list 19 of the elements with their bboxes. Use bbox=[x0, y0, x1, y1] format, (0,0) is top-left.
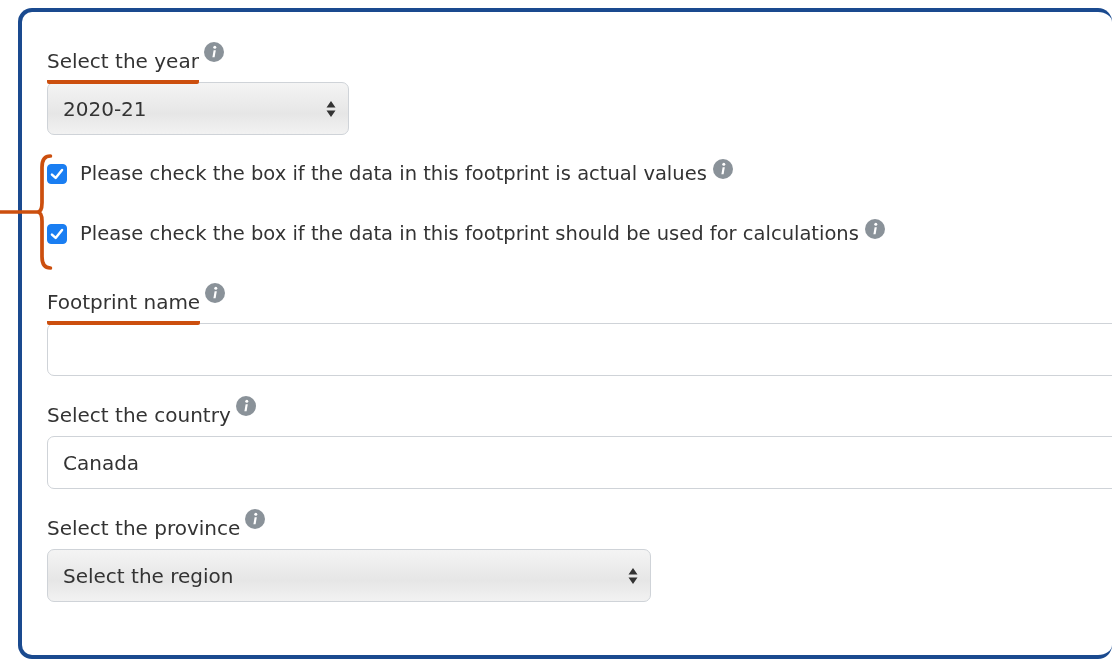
checkbox-label: Please check the box if the data in this footprint is actual values bbox=[80, 161, 707, 187]
checkbox[interactable] bbox=[47, 164, 67, 184]
info-icon[interactable] bbox=[235, 396, 256, 416]
info-icon[interactable] bbox=[205, 283, 226, 303]
updown-arrows-icon bbox=[326, 99, 336, 118]
info-icon[interactable] bbox=[864, 219, 885, 239]
checkbox[interactable] bbox=[47, 224, 67, 244]
country-select[interactable]: Canada bbox=[47, 436, 1112, 489]
info-icon[interactable] bbox=[245, 509, 266, 529]
field-label: Footprint name bbox=[47, 287, 201, 325]
updown-arrows-icon bbox=[628, 566, 638, 585]
checkbox-label: Please check the box if the data in this footprint should be used for calculations bbox=[80, 221, 859, 247]
field-label: Select the country bbox=[47, 402, 231, 429]
info-icon[interactable] bbox=[203, 42, 224, 62]
dropdown[interactable]: Select the region bbox=[47, 549, 651, 602]
field-label: Select the province bbox=[47, 515, 241, 542]
info-icon[interactable] bbox=[712, 159, 733, 179]
text-field[interactable] bbox=[47, 323, 1112, 376]
dropdown[interactable]: 2020-21 bbox=[47, 82, 349, 135]
